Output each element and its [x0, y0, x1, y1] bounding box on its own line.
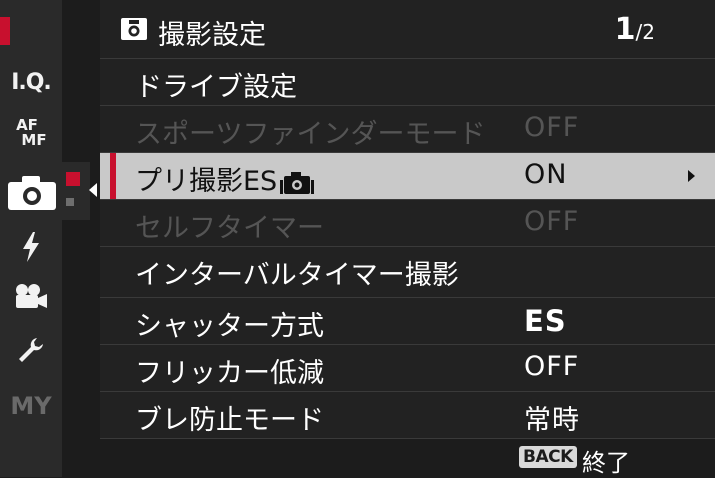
- shooting-settings-panel: 撮影設定 1/2 ドライブ設定 スポーツファインダーモード OFF プリ撮影ES…: [100, 0, 715, 478]
- menu-item-interval-timer[interactable]: インターバルタイマー撮影: [100, 246, 715, 293]
- menu-item-self-timer: セルフタイマー OFF: [100, 199, 715, 246]
- sidebar-item-iq[interactable]: I.Q.: [0, 70, 62, 95]
- chevron-right-icon: [688, 170, 695, 182]
- movie-camera-icon[interactable]: [14, 284, 48, 310]
- menu-item-sports-finder-mode: スポーツファインダーモード OFF: [100, 105, 715, 152]
- page-current: 1: [614, 12, 636, 47]
- menu-item-image-stabilization[interactable]: ブレ防止モード 常時: [100, 391, 715, 438]
- menu-item-label: ドライブ設定: [135, 72, 297, 103]
- sidebar-selection-caret: [89, 183, 97, 197]
- menu-item-label: ブレ防止モード: [135, 405, 324, 436]
- menu-item-shutter-type[interactable]: シャッター方式 ES: [100, 297, 715, 344]
- sidebar-gap: [62, 0, 100, 477]
- pre-shot-camera-icon: [280, 171, 315, 194]
- menu-item-label: プリ撮影ES: [135, 159, 315, 198]
- mf-label: MF: [21, 131, 47, 149]
- menu-item-label: フリッカー低減: [135, 358, 324, 389]
- menu-item-pre-shot-es[interactable]: プリ撮影ES ON: [100, 152, 715, 199]
- sidebar-red-indicator: [0, 17, 10, 45]
- shooting-menu-marker: [66, 172, 80, 186]
- menu-item-value: 常時: [524, 405, 580, 436]
- menu-item-drive-setting[interactable]: ドライブ設定: [100, 58, 715, 105]
- page-total: /2: [635, 20, 655, 44]
- menu-item-value: OFF: [524, 351, 580, 382]
- camera-icon: [8, 176, 56, 210]
- sidebar-item-my[interactable]: MY: [0, 392, 62, 420]
- menu-item-value: OFF: [524, 112, 580, 143]
- menu-item-value: ON: [524, 159, 568, 190]
- sidebar-item-af-mf[interactable]: AF MF: [0, 118, 58, 148]
- menu-item-value: OFF: [524, 206, 580, 237]
- wrench-icon[interactable]: [17, 336, 45, 364]
- menu-item-label: インターバルタイマー撮影: [135, 260, 459, 291]
- menu-item-label: スポーツファインダーモード: [135, 119, 486, 150]
- flash-icon[interactable]: [21, 232, 41, 262]
- page-indicator: 1/2: [615, 12, 655, 47]
- selection-bar: [110, 153, 116, 199]
- shooting-menu-marker-secondary: [66, 198, 74, 206]
- menu-item-flicker-reduction[interactable]: フリッカー低減 OFF: [100, 344, 715, 391]
- pre-shot-label: プリ撮影ES: [135, 166, 278, 197]
- menu-item-label: シャッター方式: [135, 311, 324, 342]
- menu-header: 撮影設定 1/2: [100, 0, 715, 58]
- camera-icon: [121, 18, 147, 40]
- sidebar-item-shooting[interactable]: [0, 162, 90, 220]
- page-title: 撮影設定: [158, 20, 266, 51]
- menu-item-value: ES: [524, 304, 567, 338]
- back-button-badge[interactable]: BACK: [519, 446, 577, 468]
- exit-label: 終了: [582, 449, 630, 477]
- menu-footer: BACK 終了: [100, 438, 715, 478]
- menu-item-label: セルフタイマー: [135, 213, 324, 244]
